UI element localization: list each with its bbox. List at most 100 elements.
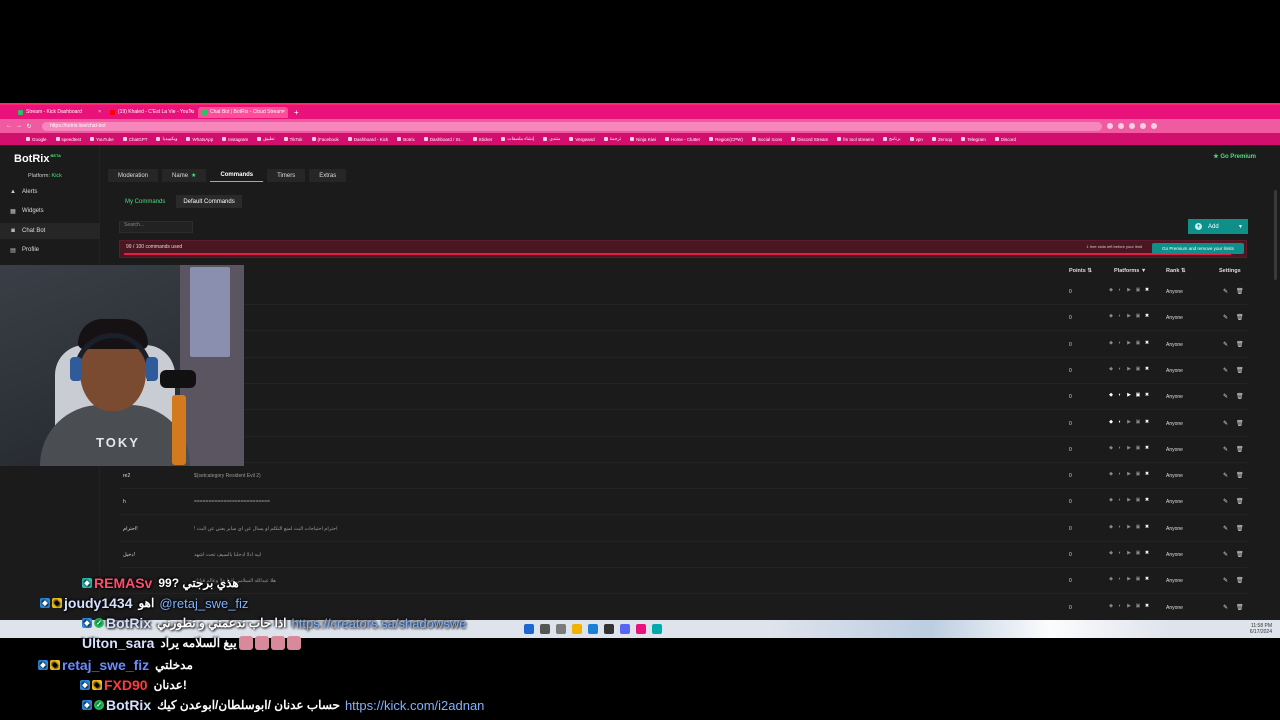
bookmark-item[interactable]: TikTok: [283, 137, 303, 142]
bookmark-item[interactable]: WhatsApp: [186, 137, 213, 142]
twitch-icon[interactable]: ◐: [1117, 287, 1123, 293]
twitch-icon[interactable]: ◐: [1117, 340, 1123, 346]
x-icon[interactable]: ✖: [1144, 392, 1150, 398]
trovo-icon[interactable]: ▣: [1135, 576, 1141, 582]
trovo-icon[interactable]: ▣: [1135, 419, 1141, 425]
edit-icon[interactable]: ✎: [1223, 393, 1228, 400]
sidebar-item-profile[interactable]: ▤ Profile: [0, 242, 100, 258]
chrome-icon[interactable]: [636, 624, 646, 634]
extension-icon[interactable]: [1118, 123, 1124, 129]
bookmark-item[interactable]: تطبيق: [257, 136, 275, 142]
delete-icon[interactable]: 🗑: [1236, 393, 1244, 400]
delete-icon[interactable]: 🗑: [1236, 314, 1244, 321]
go-premium-link[interactable]: ★ Go Premium: [1213, 153, 1256, 160]
bookmark-item[interactable]: Discord Stream: [791, 137, 828, 142]
edit-icon[interactable]: ✎: [1223, 367, 1228, 374]
delete-icon[interactable]: 🗑: [1236, 288, 1244, 295]
forward-icon[interactable]: →: [14, 123, 24, 129]
twitch-icon[interactable]: ◐: [1117, 550, 1123, 556]
trovo-icon[interactable]: ▣: [1135, 524, 1141, 530]
delete-icon[interactable]: 🗑: [1236, 551, 1244, 558]
kick-icon[interactable]: ◆: [1108, 576, 1114, 582]
bookmark-item[interactable]: ChatGPT: [122, 137, 147, 142]
search-input[interactable]: Search...: [119, 221, 193, 233]
edit-icon[interactable]: ✎: [1223, 446, 1228, 453]
trovo-icon[interactable]: ▣: [1135, 471, 1141, 477]
twitch-icon[interactable]: ◐: [1117, 524, 1123, 530]
trovo-icon[interactable]: ▣: [1135, 287, 1141, 293]
twitch-icon[interactable]: ◐: [1117, 313, 1123, 319]
trovo-icon[interactable]: ▣: [1135, 392, 1141, 398]
trovo-icon[interactable]: ▣: [1135, 340, 1141, 346]
chat-username[interactable]: BotRix: [106, 615, 151, 631]
bookmark-item[interactable]: ترجمة: [603, 136, 621, 142]
tab-moderation[interactable]: Moderation: [108, 169, 159, 182]
youtube-icon[interactable]: ▶: [1126, 497, 1132, 503]
kick-icon[interactable]: ◆: [1108, 287, 1114, 293]
add-command-button[interactable]: + Add ▼: [1188, 219, 1248, 234]
x-icon[interactable]: ✖: [1144, 497, 1150, 503]
sidebar-item-alerts[interactable]: ▲ Alerts: [0, 184, 100, 200]
bookmark-item[interactable]: Home - Clutter: [664, 137, 700, 142]
profile-icon[interactable]: [1151, 123, 1157, 129]
bookmark-item[interactable]: Discord: [994, 137, 1016, 142]
bookmark-item[interactable]: Social Icons: [751, 137, 782, 142]
trovo-icon[interactable]: ▣: [1135, 603, 1141, 609]
chat-username[interactable]: retaj_swe_fiz: [62, 657, 149, 673]
bookmark-item[interactable]: Ninja Kiwi: [630, 137, 656, 142]
edit-icon[interactable]: ✎: [1223, 420, 1228, 427]
twitch-icon[interactable]: ◐: [1117, 471, 1123, 477]
platforms-header[interactable]: Platforms ▼: [1114, 268, 1146, 278]
delete-icon[interactable]: 🗑: [1236, 472, 1244, 479]
kick-icon[interactable]: ◆: [1108, 471, 1114, 477]
start-icon[interactable]: [524, 624, 534, 634]
youtube-icon[interactable]: ▶: [1126, 603, 1132, 609]
trovo-icon[interactable]: ▣: [1135, 550, 1141, 556]
x-icon[interactable]: ✖: [1144, 603, 1150, 609]
youtube-icon[interactable]: ▶: [1126, 366, 1132, 372]
youtube-icon[interactable]: ▶: [1126, 419, 1132, 425]
bookmark-item[interactable]: إنشاء ملصقات: [501, 136, 534, 142]
chat-link[interactable]: https://creators.sa/shadowswe: [292, 616, 467, 631]
delete-icon[interactable]: 🗑: [1236, 577, 1244, 584]
tab-extras[interactable]: Extras: [309, 169, 347, 182]
close-tab-icon[interactable]: ×: [282, 109, 285, 115]
x-icon[interactable]: ✖: [1144, 524, 1150, 530]
bookmark-item[interactable]: منتدى: [543, 136, 560, 142]
chat-link[interactable]: https://kick.com/i2adnan: [345, 698, 484, 713]
delete-icon[interactable]: 🗑: [1236, 498, 1244, 505]
bookmark-item[interactable]: Region(CPW): [709, 137, 743, 142]
logo[interactable]: BotRixBETA: [14, 153, 61, 165]
folder-icon[interactable]: [572, 624, 582, 634]
bookmark-item[interactable]: Vergeand: [569, 137, 595, 142]
subtab-my-commands[interactable]: My Commands: [118, 195, 172, 208]
youtube-icon[interactable]: ▶: [1126, 287, 1132, 293]
app-icon[interactable]: [652, 624, 662, 634]
x-icon[interactable]: ✖: [1144, 366, 1150, 372]
x-icon[interactable]: ✖: [1144, 445, 1150, 451]
delete-icon[interactable]: 🗑: [1236, 525, 1244, 532]
bookmark-item[interactable]: YouTube: [90, 137, 114, 142]
back-icon[interactable]: ←: [4, 123, 14, 129]
youtube-icon[interactable]: ▶: [1126, 576, 1132, 582]
twitch-icon[interactable]: ◐: [1117, 392, 1123, 398]
edge-icon[interactable]: [588, 624, 598, 634]
bookmark-item[interactable]: speedtest: [55, 137, 81, 142]
browser-tab[interactable]: Stream - Kick Dashboard ×: [14, 107, 104, 118]
twitch-icon[interactable]: ◐: [1117, 366, 1123, 372]
youtube-icon[interactable]: ▶: [1126, 340, 1132, 346]
kick-icon[interactable]: ◆: [1108, 550, 1114, 556]
x-icon[interactable]: ✖: [1144, 313, 1150, 319]
bookmark-item[interactable]: Telegram: [961, 137, 986, 142]
youtube-icon[interactable]: ▶: [1126, 550, 1132, 556]
bookmark-star-icon[interactable]: [1107, 123, 1113, 129]
edit-icon[interactable]: ✎: [1223, 341, 1228, 348]
go-premium-button[interactable]: Go Premium and remove your limits: [1152, 243, 1244, 254]
sidebar-item-widgets[interactable]: ▦ Widgets: [0, 203, 100, 219]
bookmark-item[interactable]: ويكيبيديا: [156, 136, 177, 142]
kick-icon[interactable]: ◆: [1108, 340, 1114, 346]
close-tab-icon[interactable]: ×: [98, 109, 101, 115]
youtube-icon[interactable]: ▶: [1126, 313, 1132, 319]
kick-icon[interactable]: ◆: [1108, 445, 1114, 451]
browser-tab[interactable]: (19) Khaled - C'Est La Vie - YouTu ×: [106, 107, 196, 118]
